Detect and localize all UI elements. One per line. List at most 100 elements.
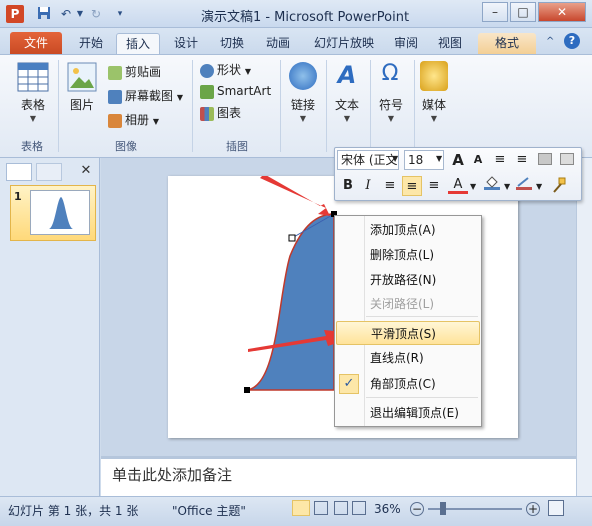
group-label-tables: 表格 [21, 140, 43, 153]
zoom-out-icon[interactable]: − [410, 502, 424, 516]
picture-button[interactable]: 图片 [64, 96, 100, 113]
album-button[interactable]: 相册 ▼ [108, 110, 159, 130]
shape-outline-dropdown-icon[interactable]: ▼ [536, 182, 542, 191]
shape-outline-icon[interactable] [516, 176, 532, 190]
align-center-icon[interactable]: ≡ [402, 176, 422, 196]
media-dropdown-icon[interactable]: ▼ [414, 114, 454, 123]
tab-home[interactable]: 开始 [70, 33, 112, 54]
notes-scrollbar[interactable] [576, 456, 592, 496]
reading-view-icon[interactable] [334, 501, 348, 515]
close-button[interactable]: ✕ [538, 2, 586, 22]
minimize-button[interactable]: – [482, 2, 508, 22]
tab-file[interactable]: 文件 [10, 32, 62, 54]
vertex-point[interactable] [244, 387, 250, 393]
shape-fill-dropdown-icon[interactable]: ▼ [504, 182, 510, 191]
menu-item-exit-edit-points[interactable]: 退出编辑顶点(E) [336, 401, 480, 425]
group-separator [280, 60, 281, 152]
bring-forward-icon[interactable] [538, 153, 552, 165]
vertical-scrollbar[interactable] [576, 158, 592, 456]
shape-fill-icon[interactable] [484, 176, 500, 190]
media-icon[interactable] [420, 61, 448, 91]
maximize-button[interactable]: □ [510, 2, 536, 22]
pane-close-icon[interactable]: ✕ [78, 163, 94, 181]
text-dropdown-icon[interactable]: ▼ [328, 114, 366, 123]
symbol-dropdown-icon[interactable]: ▼ [372, 114, 410, 123]
menu-item-add-vertex[interactable]: 添加顶点(A) [336, 218, 480, 242]
menu-item-delete-vertex[interactable]: 删除顶点(L) [336, 243, 480, 267]
tab-view[interactable]: 视图 [432, 33, 468, 54]
tab-animations[interactable]: 动画 [258, 33, 298, 54]
collapse-ribbon-icon[interactable]: ^ [546, 36, 554, 47]
save-icon[interactable] [36, 6, 52, 22]
media-button[interactable]: 媒体 [414, 96, 454, 113]
tab-slideshow[interactable]: 幻灯片放映 [306, 33, 382, 54]
clipart-label: 剪贴画 [125, 65, 162, 79]
link-dropdown-icon[interactable]: ▼ [284, 114, 322, 123]
grow-font-icon[interactable]: A [448, 150, 468, 170]
text-button[interactable]: 文本 [328, 96, 366, 113]
fit-to-window-icon[interactable] [548, 500, 564, 516]
table-dropdown-icon[interactable]: ▼ [14, 114, 52, 123]
italic-button[interactable]: I [358, 176, 378, 196]
vertex-handle[interactable] [288, 234, 296, 242]
font-name-combo[interactable]: 宋体 (正文 [337, 150, 399, 170]
slides-tab-icon[interactable] [6, 163, 32, 181]
help-icon[interactable]: ? [564, 33, 580, 49]
font-name-dropdown-icon[interactable]: ▼ [392, 154, 398, 163]
font-size-dropdown-icon[interactable]: ▼ [436, 154, 442, 163]
group-separator [58, 60, 59, 152]
decrease-indent-icon[interactable]: ≡ [490, 150, 510, 170]
slide-sorter-icon[interactable] [314, 501, 328, 515]
group-separator [370, 60, 371, 152]
align-left-icon[interactable]: ≡ [380, 176, 400, 196]
shapes-button[interactable]: 形状 ▼ [200, 60, 251, 80]
menu-item-open-path[interactable]: 开放路径(N) [336, 268, 480, 292]
text-icon[interactable]: A [333, 61, 361, 91]
zoom-level[interactable]: 36% [374, 502, 401, 516]
red-arrow-annotation [260, 176, 330, 216]
symbol-icon[interactable]: Ω [376, 61, 404, 91]
smartart-button[interactable]: SmartArt [200, 81, 271, 101]
tab-transitions[interactable]: 切换 [212, 33, 252, 54]
slide-count-status: 幻灯片 第 1 张，共 1 张 [8, 504, 139, 518]
shrink-font-icon[interactable]: A [468, 150, 488, 170]
font-color-button[interactable]: A [448, 175, 468, 194]
tab-review[interactable]: 审阅 [388, 33, 424, 54]
table-icon[interactable] [17, 62, 49, 95]
zoom-slider-thumb[interactable] [440, 502, 446, 515]
format-painter-icon[interactable] [550, 176, 568, 194]
powerpoint-app-icon[interactable]: P [6, 5, 24, 23]
send-backward-icon[interactable] [560, 153, 574, 165]
redo-icon[interactable]: ↻ [88, 6, 104, 22]
menu-item-straight-point[interactable]: 直线点(R) [336, 346, 480, 370]
link-icon[interactable] [289, 62, 317, 90]
tab-insert[interactable]: 插入 [116, 33, 160, 54]
increase-indent-icon[interactable]: ≡ [512, 150, 532, 170]
bold-button[interactable]: B [338, 176, 358, 196]
symbol-button[interactable]: 符号 [372, 96, 410, 113]
font-color-dropdown-icon[interactable]: ▼ [470, 182, 476, 191]
theme-status[interactable]: "Office 主题" [172, 502, 246, 519]
slideshow-icon[interactable] [352, 501, 366, 515]
menu-item-corner-point[interactable]: 角部顶点(C) [336, 372, 480, 396]
clipart-button[interactable]: 剪贴画 [108, 62, 161, 82]
tab-design[interactable]: 设计 [166, 33, 206, 54]
tab-format[interactable]: 格式 [478, 33, 536, 54]
zoom-in-icon[interactable]: + [526, 502, 540, 516]
slide-thumbnail-preview[interactable] [30, 190, 90, 235]
picture-icon[interactable] [67, 62, 97, 95]
window-title: 演示文稿1 - Microsoft PowerPoint [200, 10, 410, 25]
screenshot-button[interactable]: 屏幕截图 ▼ [108, 86, 183, 106]
menu-item-smooth-point[interactable]: 平滑顶点(S) [336, 321, 480, 345]
table-button[interactable]: 表格 [14, 96, 52, 113]
notes-placeholder[interactable]: 单击此处添加备注 [112, 464, 232, 485]
undo-dropdown-icon[interactable]: ▼ [72, 6, 88, 22]
outline-tab-icon[interactable] [36, 163, 62, 181]
normal-view-icon[interactable] [292, 500, 310, 516]
chart-button[interactable]: 图表 [200, 103, 241, 123]
link-button[interactable]: 链接 [284, 96, 322, 113]
chart-icon [200, 106, 214, 121]
menu-item-close-path[interactable]: 关闭路径(L) [336, 292, 480, 316]
align-right-icon[interactable]: ≡ [424, 176, 444, 196]
customize-qat-icon[interactable]: ▾ [112, 6, 128, 22]
